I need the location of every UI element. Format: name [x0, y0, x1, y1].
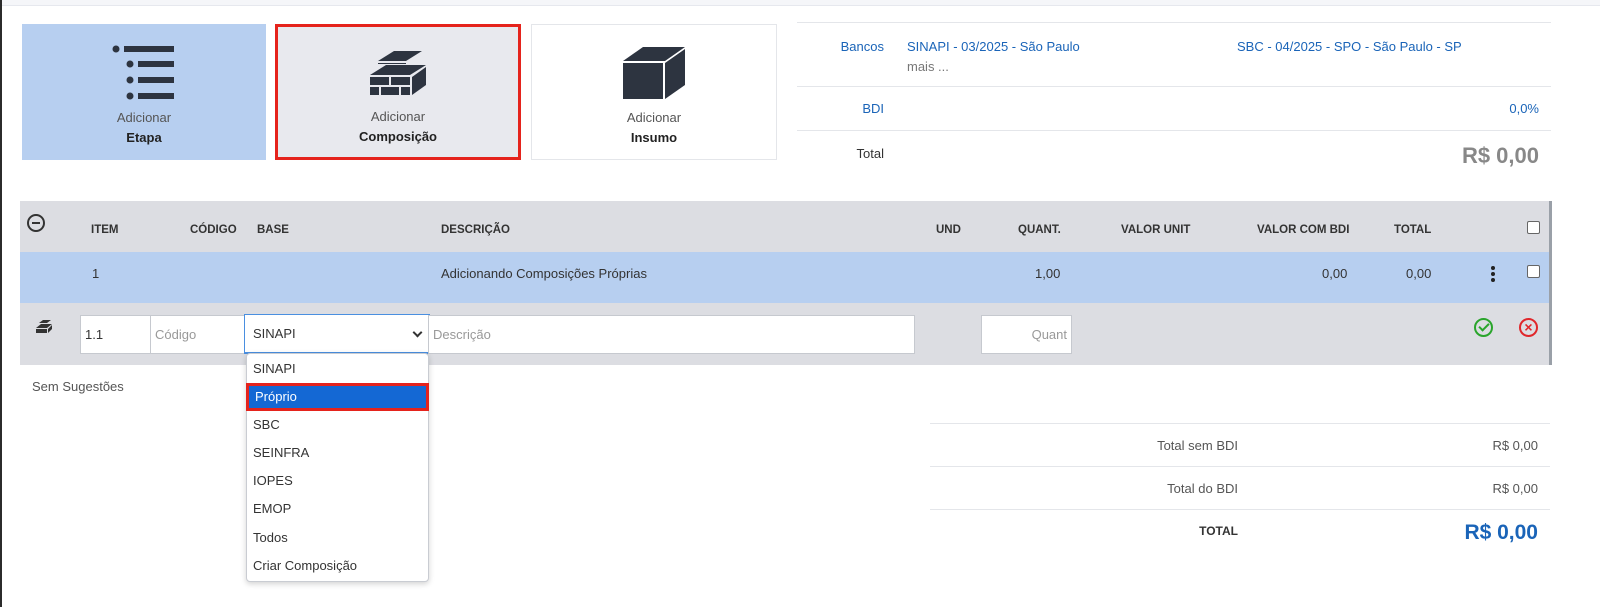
total-sem-bdi-label: Total sem BDI: [1157, 438, 1238, 453]
select-all-checkbox[interactable]: [1527, 221, 1540, 234]
total-sem-bdi-value: R$ 0,00: [1492, 438, 1538, 453]
descricao-input[interactable]: Descrição: [428, 315, 915, 354]
tile-label-1: Adicionar: [116, 110, 172, 125]
bricks-icon: [35, 320, 53, 339]
option-sinapi[interactable]: SINAPI: [247, 355, 428, 383]
collapse-all-icon[interactable]: [27, 214, 45, 232]
row-menu-icon[interactable]: [1491, 266, 1495, 284]
bricks-icon: [364, 45, 432, 100]
cancel-icon[interactable]: ×: [1519, 318, 1538, 337]
tile-label-1: Adicionar: [626, 110, 682, 125]
total-do-bdi-label: Total do BDI: [1167, 481, 1238, 496]
tile-label-2: Etapa: [126, 130, 162, 145]
chevron-down-icon: [412, 327, 423, 338]
header-valor-com-bdi: VALOR COM BDI: [1257, 224, 1350, 236]
option-iopes[interactable]: IOPES: [247, 467, 428, 495]
table-row[interactable]: 1 Adicionando Composições Próprias 1,00 …: [20, 252, 1552, 303]
tile-label-2: Insumo: [630, 130, 678, 145]
header-quant: QUANT.: [1018, 224, 1061, 236]
add-composicao-button[interactable]: Adicionar Composição: [275, 24, 521, 160]
row-descricao: Adicionando Composições Próprias: [441, 266, 647, 281]
option-todos[interactable]: Todos: [247, 524, 428, 552]
block-icon: [621, 43, 687, 104]
tile-label-2: Composição: [358, 129, 437, 144]
row-total: 0,00: [1406, 266, 1432, 281]
codigo-input[interactable]: Código: [150, 315, 245, 354]
top-bar: [2, 0, 1600, 6]
budget-summary: Bancos SINAPI - 03/2025 - São Paulo mais…: [797, 22, 1551, 190]
bdi-value-link[interactable]: 0,0%: [1509, 101, 1539, 116]
totals-panel: Total sem BDI R$ 0,00 Total do BDI R$ 0,…: [930, 423, 1550, 552]
grand-total-row: TOTAL R$ 0,00: [930, 509, 1550, 552]
total-sem-bdi-row: Total sem BDI R$ 0,00: [930, 423, 1550, 466]
row-checkbox[interactable]: [1527, 265, 1540, 278]
option-proprio[interactable]: Próprio: [246, 383, 429, 411]
total-label: Total: [856, 146, 884, 161]
header-und: UND: [936, 224, 961, 236]
option-emop[interactable]: EMOP: [247, 495, 428, 523]
header-descricao: DESCRIÇÃO: [441, 224, 511, 236]
total-value: R$ 0,00: [1461, 143, 1539, 168]
header-valor-unit: VALOR UNIT: [1121, 224, 1191, 236]
bdi-label: BDI: [862, 101, 884, 116]
item-number-input[interactable]: 1.1: [80, 315, 151, 354]
row-item: 1: [92, 266, 100, 281]
window-left-border: [0, 0, 2, 607]
base-select[interactable]: SINAPI: [244, 314, 430, 354]
header-total: TOTAL: [1394, 224, 1432, 236]
list-icon: [112, 43, 176, 106]
add-etapa-button[interactable]: Adicionar Etapa: [22, 24, 266, 160]
confirm-icon[interactable]: [1474, 318, 1493, 337]
grand-total-label: TOTAL: [1199, 524, 1238, 538]
header-base: BASE: [257, 224, 289, 236]
bank-sbc-link[interactable]: SBC - 04/2025 - SPO - São Paulo - SP: [1237, 39, 1462, 54]
grand-total-value: R$ 0,00: [1464, 521, 1538, 544]
total-row: Total R$ 0,00: [797, 130, 1551, 190]
header-item: ITEM: [91, 224, 119, 236]
banks-row: Bancos SINAPI - 03/2025 - São Paulo mais…: [797, 22, 1551, 86]
row-quant: 1,00: [1035, 266, 1061, 281]
table-header: ITEM CÓDIGO BASE DESCRIÇÃO UND QUANT. VA…: [20, 201, 1552, 252]
total-do-bdi-value: R$ 0,00: [1492, 481, 1538, 496]
tile-label-1: Adicionar: [370, 109, 426, 124]
more-banks-link[interactable]: mais ...: [907, 59, 949, 74]
banks-label: Bancos: [840, 39, 884, 54]
bdi-row: BDI 0,0%: [797, 86, 1551, 130]
option-criar-composicao[interactable]: Criar Composição: [247, 552, 428, 580]
option-seinfra[interactable]: SEINFRA: [247, 439, 428, 467]
bank-sinapi-link[interactable]: SINAPI - 03/2025 - São Paulo: [907, 39, 1080, 54]
total-do-bdi-row: Total do BDI R$ 0,00: [930, 466, 1550, 509]
no-suggestions-text: Sem Sugestões: [32, 379, 124, 394]
base-dropdown-menu: SINAPI Próprio SBC SEINFRA IOPES EMOP To…: [246, 353, 429, 582]
add-insumo-button[interactable]: Adicionar Insumo: [531, 24, 777, 160]
header-codigo: CÓDIGO: [190, 224, 237, 236]
option-sbc[interactable]: SBC: [247, 411, 428, 439]
row-valor-com-bdi: 0,00: [1322, 266, 1348, 281]
base-select-value: SINAPI: [253, 326, 296, 341]
quant-input[interactable]: Quant: [981, 315, 1072, 354]
